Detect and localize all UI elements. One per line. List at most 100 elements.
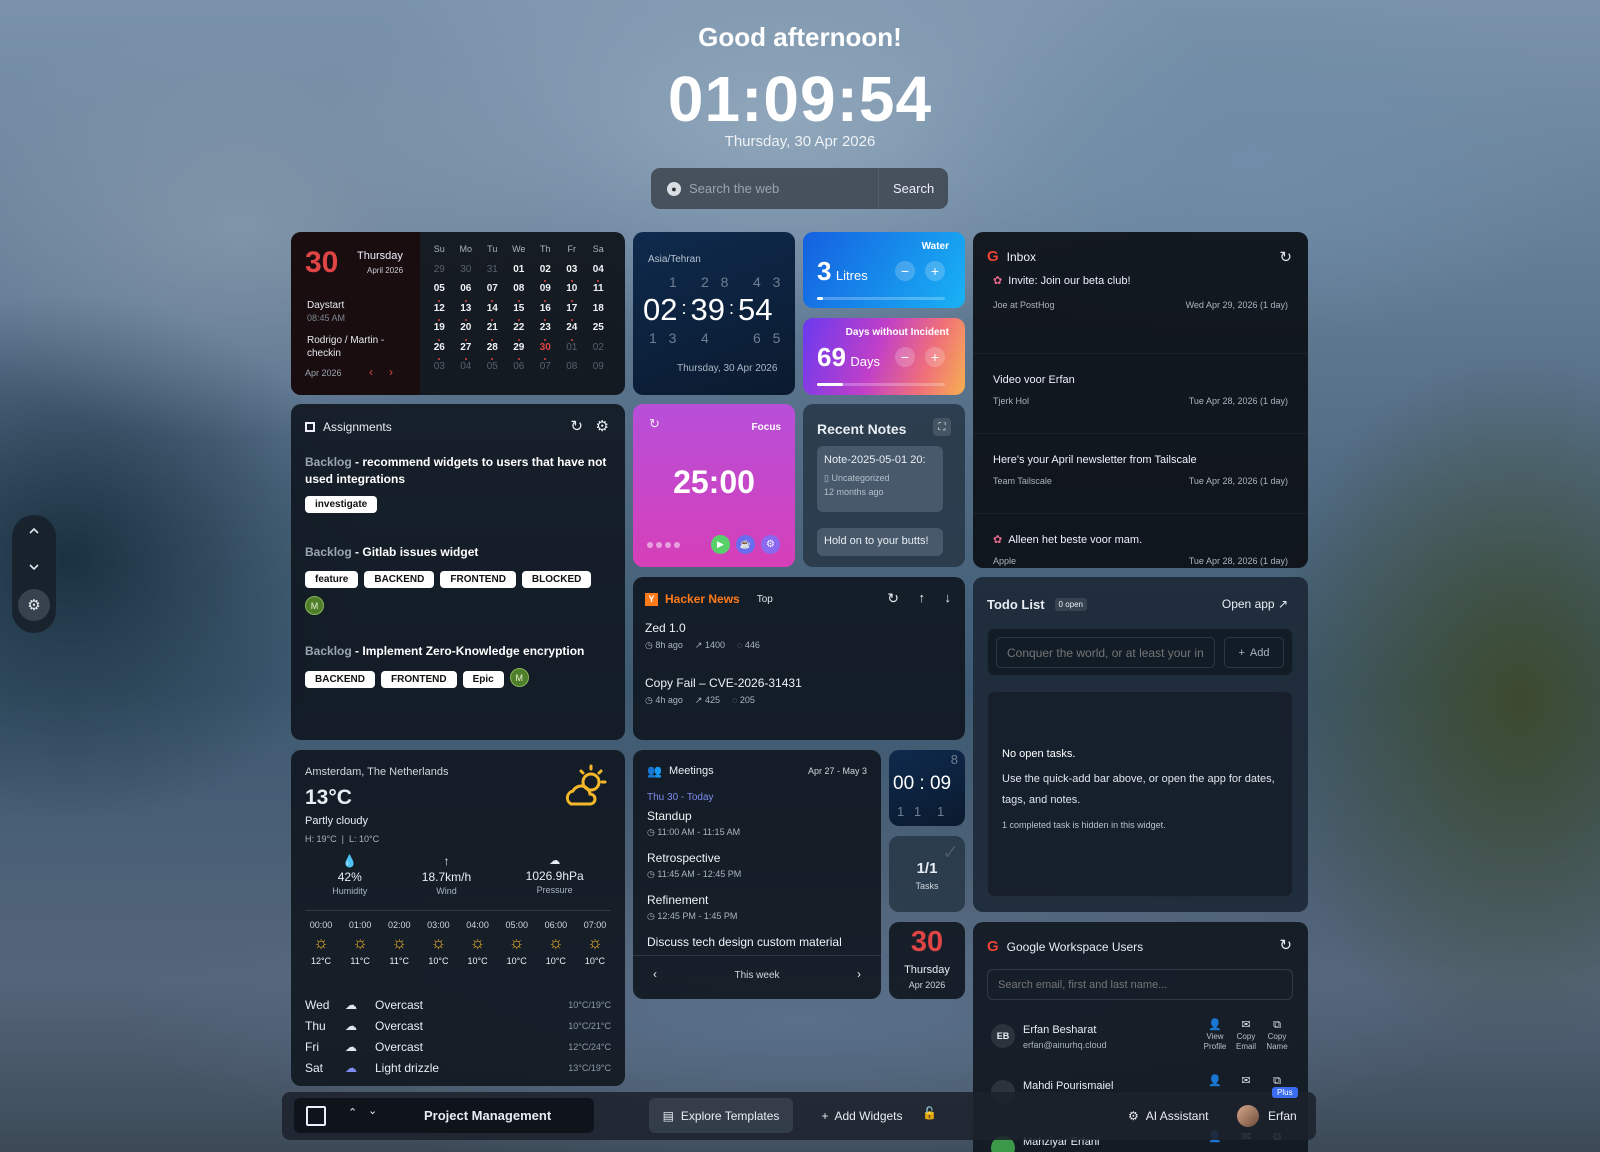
calendar-next-button[interactable]: › [389, 365, 393, 379]
calendar-day[interactable]: 12 [426, 303, 453, 323]
board-name[interactable]: Project Management [424, 1108, 551, 1123]
expand-icon[interactable]: ⛶ [933, 418, 951, 436]
calendar-day[interactable]: 03 [559, 264, 586, 284]
layout-icon[interactable] [306, 1106, 326, 1126]
refresh-icon[interactable]: ↻ [887, 590, 899, 607]
meeting-item[interactable]: Standup ◷ 11:00 AM - 11:15 AM [647, 809, 873, 838]
calendar-day[interactable]: 07 [532, 361, 559, 381]
meeting-item[interactable]: Refinement ◷ 12:45 PM - 1:45 PM [647, 893, 873, 922]
refresh-icon[interactable]: ↻ [1279, 248, 1292, 266]
incident-increase-button[interactable]: + [925, 347, 945, 367]
hn-tab-top[interactable]: Top [757, 594, 773, 605]
meetings-next-button[interactable]: › [857, 967, 861, 981]
water-increase-button[interactable]: + [925, 261, 945, 281]
arrow-up-icon[interactable]: ↑ [919, 590, 926, 605]
ai-assistant-button[interactable]: ⚙ AI Assistant [1128, 1098, 1208, 1133]
gear-icon[interactable]: ⚙ [18, 589, 50, 621]
calendar-day[interactable]: 25 [585, 322, 612, 342]
gws-search-input[interactable] [987, 969, 1293, 1000]
reset-icon[interactable]: ↻ [649, 416, 660, 432]
todo-add-button[interactable]: + Add [1224, 637, 1284, 668]
calendar-day[interactable]: 15 [506, 303, 533, 323]
calendar-prev-button[interactable]: ‹ [369, 365, 373, 379]
calendar-day[interactable]: 07 [479, 283, 506, 303]
chevron-down-icon[interactable] [26, 559, 42, 575]
calendar-day[interactable]: 29 [506, 342, 533, 362]
open-app-link[interactable]: Open app ↗ [1222, 597, 1288, 611]
calendar-day[interactable]: 17 [559, 303, 586, 323]
search-button[interactable]: Search [878, 168, 948, 209]
calendar-day[interactable]: 14 [479, 303, 506, 323]
calendar-event[interactable]: Rodrigo / Martin - checkin [307, 334, 407, 360]
calendar-day[interactable]: 28 [479, 342, 506, 362]
calendar-day[interactable]: 11 [585, 283, 612, 303]
calendar-day[interactable]: 20 [453, 322, 480, 342]
user-button[interactable]: 👤 View Profile [1201, 1020, 1229, 1052]
gear-icon[interactable]: ⚙ [761, 535, 780, 554]
incident-decrease-button[interactable]: − [895, 347, 915, 367]
calendar-day[interactable]: 03 [426, 361, 453, 381]
assignment-item[interactable]: Backlog - recommend widgets to users tha… [305, 454, 611, 513]
calendar-event[interactable]: Daystart 08:45 AM [307, 300, 345, 324]
calendar-day[interactable]: 02 [532, 264, 559, 284]
calendar-day[interactable]: 04 [585, 264, 612, 284]
calendar-day[interactable]: 09 [585, 361, 612, 381]
inbox-item[interactable]: Here's your April newsletter from Tailsc… [973, 434, 1308, 514]
todo-input[interactable] [996, 637, 1215, 668]
explore-templates-button[interactable]: ▤ Explore Templates [649, 1098, 793, 1133]
calendar-day[interactable]: 02 [585, 342, 612, 362]
assignment-item[interactable]: Backlog - Gitlab issues widget feature BAC… [305, 544, 611, 615]
chevron-down-icon[interactable]: ⌄ [368, 1104, 377, 1117]
calendar-day[interactable]: 08 [559, 361, 586, 381]
calendar-day[interactable]: 23 [532, 322, 559, 342]
calendar-day[interactable]: 05 [426, 283, 453, 303]
mail-button[interactable]: ✉ Copy Email [1232, 1020, 1260, 1052]
calendar-day[interactable]: 31 [479, 264, 506, 284]
calendar-day[interactable]: 30 [453, 264, 480, 284]
calendar-day[interactable]: 18 [585, 303, 612, 323]
calendar-day[interactable]: 09 [532, 283, 559, 303]
calendar-day[interactable]: 27 [453, 342, 480, 362]
calendar-day[interactable]: 01 [506, 264, 533, 284]
user-menu[interactable]: Erfan [1237, 1098, 1297, 1133]
arrow-down-icon[interactable]: ↓ [945, 590, 952, 605]
coffee-icon[interactable]: ☕ [736, 535, 755, 554]
calendar-day[interactable]: 21 [479, 322, 506, 342]
calendar-day[interactable]: 16 [532, 303, 559, 323]
calendar-day[interactable]: 29 [426, 264, 453, 284]
water-decrease-button[interactable]: − [895, 261, 915, 281]
calendar-day[interactable]: 30 [532, 342, 559, 362]
calendar-day[interactable]: 04 [453, 361, 480, 381]
calendar-day[interactable]: 19 [426, 322, 453, 342]
calendar-day[interactable]: 08 [506, 283, 533, 303]
chevron-up-icon[interactable]: ⌃ [348, 1106, 357, 1119]
meeting-item[interactable]: Discuss tech design custom material [647, 935, 873, 949]
add-widgets-button[interactable]: + Add Widgets [812, 1098, 912, 1133]
note-card[interactable]: Hold on to your butts! [817, 528, 943, 556]
calendar-day[interactable]: 24 [559, 322, 586, 342]
mail-button[interactable]: ✉ [1232, 1076, 1260, 1088]
calendar-day[interactable]: 05 [479, 361, 506, 381]
inbox-item[interactable]: ✿ Invite: Join our beta club! Joe at PostH… [973, 274, 1308, 354]
refresh-icon[interactable]: ↻ [1279, 936, 1292, 954]
copy-button[interactable]: ⧉ Copy Name [1263, 1020, 1291, 1052]
calendar-day[interactable]: 06 [506, 361, 533, 381]
refresh-icon[interactable]: ↻ [570, 417, 583, 435]
calendar-day[interactable]: 26 [426, 342, 453, 362]
hn-story[interactable]: Zed 1.0 ◷ 8h ago ↗ 1400 ◌ 446 [645, 621, 760, 651]
note-card[interactable]: Note-2025-05-01 20: ▯ Uncategorized 12 m… [817, 446, 943, 512]
chevron-up-icon[interactable] [26, 523, 42, 539]
calendar-day[interactable]: 06 [453, 283, 480, 303]
gear-icon[interactable]: ⚙ [596, 417, 609, 435]
calendar-day[interactable]: 22 [506, 322, 533, 342]
assignment-item[interactable]: Backlog - Implement Zero-Knowledge encry… [305, 643, 611, 688]
inbox-item[interactable]: ✿ Alleen het beste voor mam. Apple Tue Apr … [973, 514, 1308, 568]
play-icon[interactable]: ▶ [711, 535, 730, 554]
user-button[interactable]: 👤 [1201, 1076, 1229, 1088]
inbox-item[interactable]: Video voor Erfan Tjerk Hol Tue Apr 28, 202… [973, 354, 1308, 434]
calendar-day[interactable]: 13 [453, 303, 480, 323]
lock-icon[interactable]: 🔓 [922, 1106, 937, 1120]
web-search-input[interactable] [688, 181, 879, 196]
gws-user-row[interactable]: EB Erfan Besharat erfan@ainurhq.cloud 👤 View… [973, 1014, 1308, 1070]
calendar-day[interactable]: 10 [559, 283, 586, 303]
